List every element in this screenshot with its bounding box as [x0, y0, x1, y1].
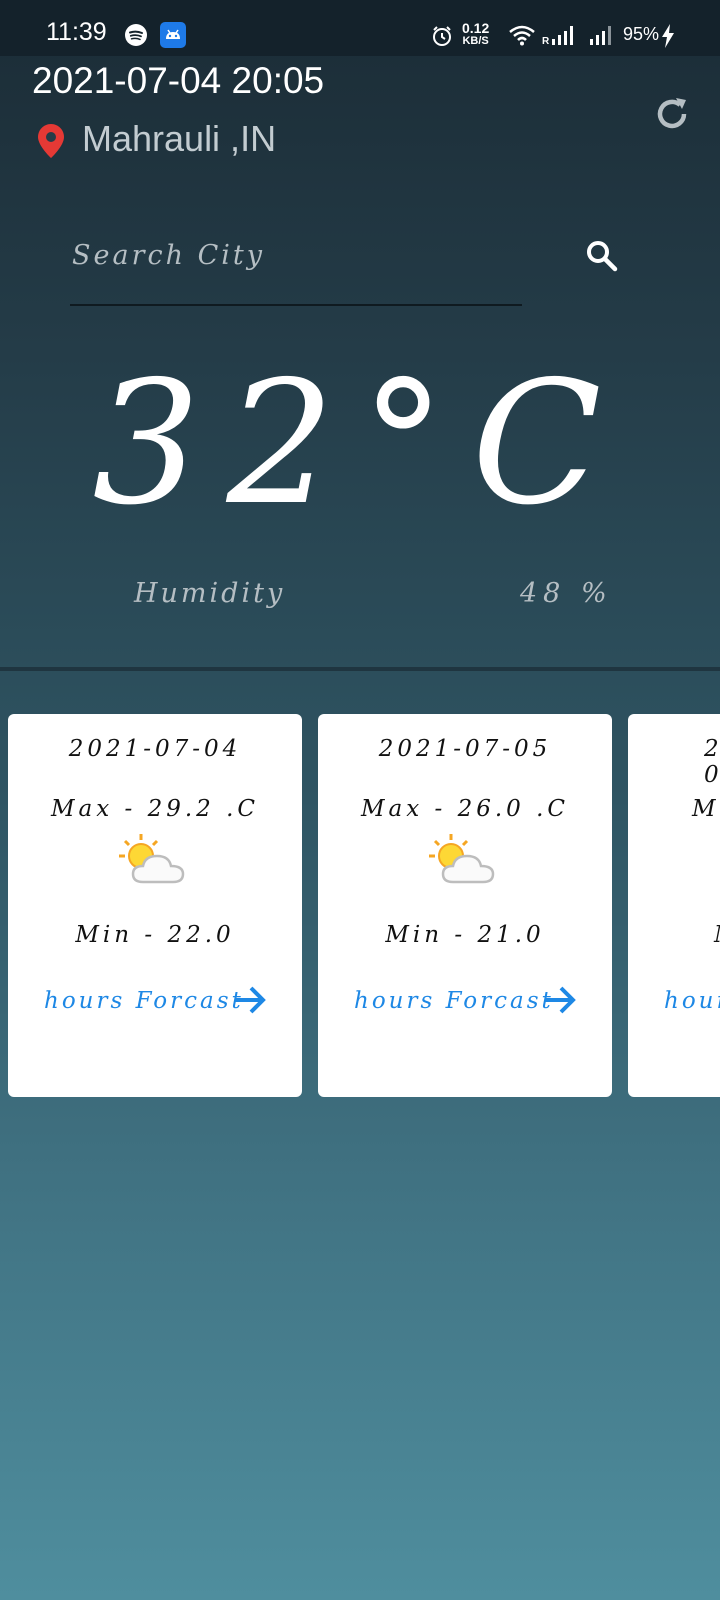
battery-level: 95%	[623, 24, 660, 44]
android-app-icon	[160, 22, 186, 53]
arrow-right-icon	[232, 982, 268, 1024]
hours-forecast-label: hours Forcast	[354, 988, 554, 1014]
forecast-date: 2021-07-05	[378, 736, 552, 762]
network-speed: 0.12 KB/S	[462, 20, 490, 47]
forecast-max-temp: Max - 29.2 .C	[50, 796, 260, 822]
arrow-right-icon	[542, 982, 578, 1024]
status-time: 11:39	[46, 18, 107, 46]
partly-cloudy-icon	[119, 832, 191, 893]
signal-icon	[588, 24, 616, 51]
search-icon[interactable]	[584, 238, 620, 279]
humidity-label: Humidity	[134, 578, 286, 609]
signal-r-icon: R	[542, 24, 582, 51]
forecast-card: 2021-07-06 Max Min hours Forcast	[628, 714, 720, 1097]
status-bar: 11:39 0.12 KB/S R 95%	[0, 0, 720, 56]
forecast-max-temp: Max - 26.0 .C	[360, 796, 570, 822]
forecast-date: 2021-07-04	[68, 736, 242, 762]
forecast-date: 2021-07-06	[628, 736, 720, 788]
hours-forecast-link[interactable]: hours Forcast	[664, 978, 720, 1022]
location-pin-icon	[38, 124, 64, 163]
hours-forecast-link[interactable]: hours Forcast	[44, 978, 284, 1022]
hours-forecast-label: hours Forcast	[664, 988, 720, 1014]
hours-forecast-link[interactable]: hours Forcast	[354, 978, 594, 1022]
current-temperature: 32°C	[92, 345, 628, 543]
forecast-max-temp: Max	[692, 796, 720, 822]
forecast-card: 2021-07-04 Max - 29.2 .C Min - 22.0 hour…	[8, 714, 302, 1097]
humidity-value: 48 %	[520, 578, 613, 609]
forecast-min-temp: Min	[628, 922, 720, 948]
section-divider	[0, 667, 720, 671]
charging-icon	[661, 24, 675, 53]
spotify-icon	[124, 23, 148, 52]
search-input[interactable]	[70, 234, 514, 276]
hours-forecast-label: hours Forcast	[44, 988, 244, 1014]
forecast-min-temp: Min - 21.0	[385, 922, 545, 948]
current-datetime: 2021-07-04 20:05	[32, 60, 325, 101]
refresh-icon[interactable]	[652, 94, 692, 139]
forecast-card: 2021-07-05 Max - 26.0 .C Min - 21.0 hour…	[318, 714, 612, 1097]
partly-cloudy-icon	[429, 832, 501, 893]
svg-text:R: R	[542, 36, 550, 46]
alarm-icon	[431, 25, 453, 52]
forecast-min-temp: Min - 22.0	[75, 922, 235, 948]
wifi-icon	[508, 24, 536, 51]
location-label: Mahrauli ,IN	[82, 118, 277, 159]
search-field[interactable]	[70, 234, 522, 306]
